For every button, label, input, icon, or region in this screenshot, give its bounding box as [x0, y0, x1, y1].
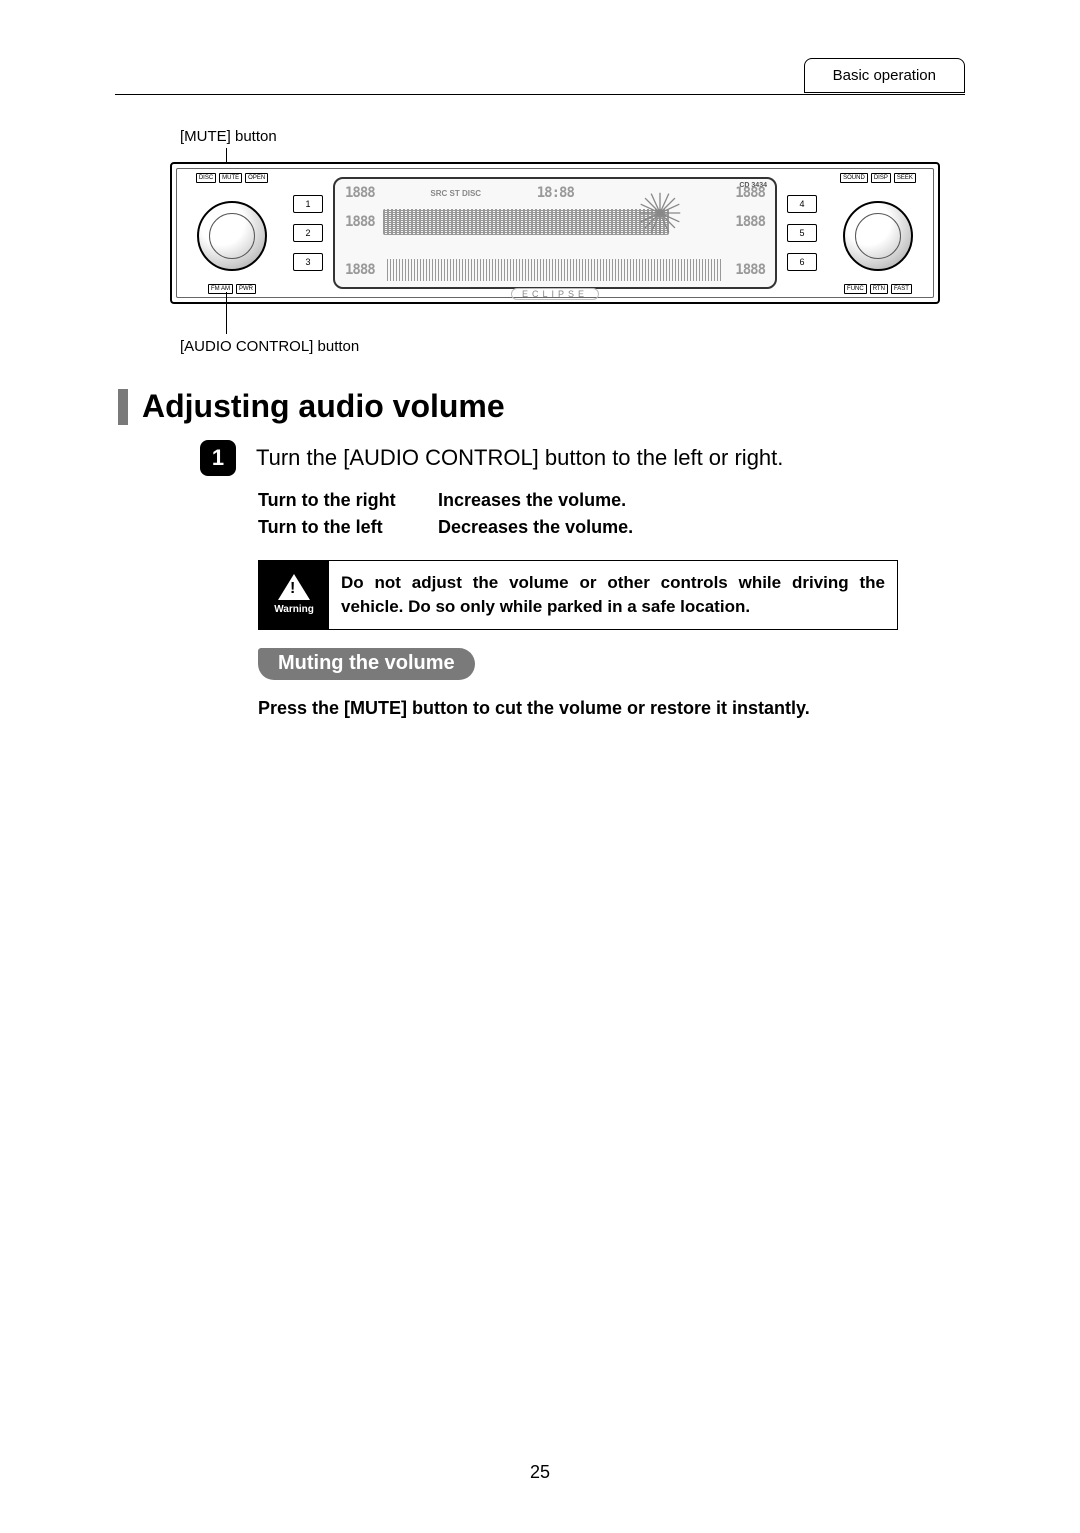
preset-1: 1 — [293, 195, 323, 213]
lcd-seg-4: 1888 — [735, 214, 765, 230]
stereo-faceplate-illustration: DISC MUTE OPEN FM AM PWR 1 2 3 CD 3434 — [170, 162, 940, 304]
table-label: Turn to the left — [258, 517, 438, 538]
mute-instruction: Press the [MUTE] button to cut the volum… — [258, 696, 898, 721]
lcd-seg-3: 1888 — [345, 214, 375, 230]
warning-label: Warning — [274, 604, 314, 615]
fm-am-button: FM AM — [208, 284, 233, 294]
lcd-matrix-row1 — [383, 209, 670, 235]
lcd-seg-1: 1888 — [345, 185, 375, 201]
lcd-time: 18:88 — [537, 185, 574, 201]
lcd-spectrum — [387, 259, 724, 281]
heading-text: Adjusting audio volume — [142, 388, 505, 425]
section-heading: Adjusting audio volume — [118, 388, 505, 425]
preset-col-right: 4 5 6 — [781, 169, 823, 297]
pwr-button: PWR — [236, 284, 256, 294]
left-knob-block: DISC MUTE OPEN FM AM PWR — [177, 169, 287, 297]
table-desc: Increases the volume. — [438, 490, 626, 511]
warning-icon-cell: Warning — [259, 561, 329, 629]
warning-text: Do not adjust the volume or other contro… — [329, 561, 897, 629]
open-button: OPEN — [245, 173, 268, 183]
audio-control-knob — [197, 201, 267, 271]
step-1: 1 Turn the [AUDIO CONTROL] button to the… — [200, 440, 783, 476]
right-knob-block: SOUND DISP SEEK FUNC RTN FAST — [823, 169, 933, 297]
starburst-icon — [635, 191, 685, 235]
sound-button: SOUND — [840, 173, 868, 183]
heading-accent-bar — [118, 389, 128, 425]
func-button: FUNC — [844, 284, 867, 294]
warning-triangle-icon — [278, 574, 310, 600]
header-tab: Basic operation — [804, 58, 965, 93]
audio-control-callout-line — [226, 292, 227, 334]
lcd-seg-6: 1888 — [735, 262, 765, 278]
lcd-indicators: SRC ST DISC — [430, 189, 481, 198]
preset-6: 6 — [787, 253, 817, 271]
select-knob — [843, 201, 913, 271]
mute-callout-label: [MUTE] button — [180, 128, 277, 145]
brand-logo: ECLIPSE — [511, 288, 599, 300]
preset-3: 3 — [293, 253, 323, 271]
direction-table: Turn to the right Increases the volume. … — [258, 490, 633, 544]
warning-box: Warning Do not adjust the volume or othe… — [258, 560, 898, 630]
disc-button: DISC — [196, 173, 216, 183]
page-number: 25 — [530, 1462, 550, 1483]
preset-col-left: 1 2 3 — [287, 169, 329, 297]
header-rule — [115, 94, 965, 95]
step-text: Turn the [AUDIO CONTROL] button to the l… — [256, 445, 783, 471]
subsection-pill: Muting the volume — [258, 648, 475, 680]
lcd-seg-2: 1888 — [735, 185, 765, 201]
seek-button: SEEK — [894, 173, 916, 183]
mute-button: MUTE — [219, 173, 242, 183]
step-number-badge: 1 — [200, 440, 236, 476]
audio-control-callout-label: [AUDIO CONTROL] button — [180, 338, 359, 355]
table-label: Turn to the right — [258, 490, 438, 511]
preset-2: 2 — [293, 224, 323, 242]
rtn-button: RTN — [870, 284, 888, 294]
lcd-display: CD 3434 1888 SRC ST DISC 18:88 1888 1888… — [333, 177, 777, 289]
preset-5: 5 — [787, 224, 817, 242]
table-desc: Decreases the volume. — [438, 517, 633, 538]
lcd-seg-5: 1888 — [345, 262, 375, 278]
table-row: Turn to the left Decreases the volume. — [258, 517, 633, 538]
fast-button: FAST — [891, 284, 912, 294]
table-row: Turn to the right Increases the volume. — [258, 490, 633, 511]
disp-button: DISP — [871, 173, 891, 183]
preset-4: 4 — [787, 195, 817, 213]
